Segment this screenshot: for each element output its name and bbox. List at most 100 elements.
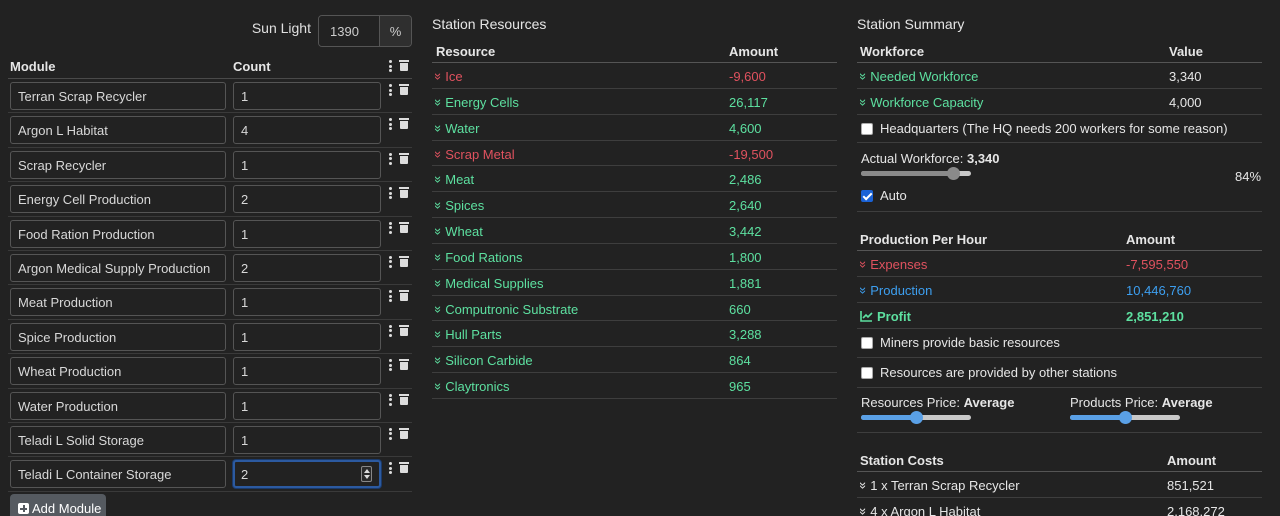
module-name-field[interactable]: Terran Scrap Recycler (10, 82, 226, 110)
module-row: Argon L Habitat 4 (8, 113, 412, 148)
miners-option[interactable]: Miners provide basic resources (861, 335, 1060, 350)
resource-row[interactable]: »Spices 2,640 (431, 192, 837, 219)
needed-workforce-label: »Needed Workforce (856, 69, 979, 84)
kebab-menu-icon[interactable] (389, 290, 393, 303)
trash-icon[interactable] (399, 427, 409, 439)
number-spinner-icon[interactable] (361, 466, 372, 483)
module-count-field[interactable]: 1 (233, 219, 381, 248)
trash-icon[interactable] (399, 152, 409, 164)
costs-table-header: Station Costs Amount (857, 447, 1262, 472)
cost-label: »4 x Argon L Habitat (856, 504, 981, 516)
profit-value: 2,851,210 (1126, 309, 1184, 324)
module-count-field[interactable]: 2 (233, 185, 381, 214)
products-price-slider-thumb[interactable] (1119, 411, 1132, 424)
auto-option[interactable]: Auto (861, 188, 907, 203)
resources-price-slider-thumb[interactable] (910, 411, 923, 424)
workforce-slider[interactable] (861, 167, 971, 180)
cost-value: 2,168,272 (1167, 504, 1225, 516)
module-name-field[interactable]: Teladi L Container Storage (10, 460, 226, 489)
trash-icon[interactable] (399, 393, 409, 405)
trash-icon[interactable] (399, 324, 409, 336)
provided-checkbox[interactable] (861, 367, 873, 379)
module-count-field[interactable]: 1 (233, 425, 381, 454)
needed-workforce-row[interactable]: »Needed Workforce 3,340 (856, 63, 1262, 89)
resource-amount: -19,500 (729, 146, 774, 162)
module-name-field[interactable]: Energy Cell Production (10, 185, 226, 214)
trash-icon[interactable] (399, 60, 409, 71)
kebab-menu-icon[interactable] (389, 427, 393, 440)
trash-icon[interactable] (399, 462, 409, 474)
module-count-field[interactable]: 1 (233, 357, 381, 386)
kebab-menu-icon[interactable] (389, 393, 393, 406)
kebab-menu-icon[interactable] (389, 255, 393, 268)
resource-row[interactable]: »Medical Supplies 1,881 (431, 270, 837, 296)
resource-row[interactable]: »Scrap Metal -19,500 (431, 141, 837, 167)
kebab-menu-icon[interactable] (389, 462, 393, 475)
headquarters-option[interactable]: Headquarters (The HQ needs 200 workers f… (861, 121, 1228, 136)
module-count-field[interactable]: 1 (233, 288, 381, 317)
module-count-field[interactable]: 2 (233, 253, 381, 282)
resource-row[interactable]: »Computronic Substrate 660 (431, 296, 837, 322)
module-count-field[interactable]: 1 (233, 82, 381, 110)
module-name-field[interactable]: Food Ration Production (10, 219, 226, 248)
module-count-field[interactable]: 1 (233, 150, 381, 179)
cost-row[interactable]: »4 x Argon L Habitat 2,168,272 (856, 498, 1262, 516)
chevron-double-down-icon: » (431, 305, 447, 313)
chevron-double-down-icon: » (431, 176, 447, 184)
resource-amount: 4,600 (729, 120, 762, 136)
resource-row[interactable]: »Energy Cells 26,117 (431, 89, 837, 115)
trash-icon[interactable] (399, 255, 409, 267)
resource-row[interactable]: »Ice -9,600 (431, 63, 837, 89)
expenses-row[interactable]: »Expenses -7,595,550 (856, 251, 1262, 277)
module-name-field[interactable]: Argon L Habitat (10, 116, 226, 145)
add-module-button[interactable]: Add Module (10, 494, 106, 516)
kebab-menu-icon[interactable] (389, 221, 393, 234)
cost-row[interactable]: »1 x Terran Scrap Recycler 851,521 (856, 472, 1262, 498)
trash-icon[interactable] (399, 118, 409, 130)
resource-row[interactable]: »Hull Parts 3,288 (431, 321, 837, 348)
resource-row[interactable]: »Claytronics 965 (431, 373, 837, 399)
resource-row[interactable]: »Wheat 3,442 (431, 218, 837, 244)
auto-checkbox[interactable] (861, 190, 873, 202)
trash-icon[interactable] (399, 187, 409, 199)
kebab-menu-icon[interactable] (389, 324, 393, 337)
chevron-double-down-icon: » (431, 383, 447, 391)
module-count-field[interactable]: 1 (233, 322, 381, 351)
chevron-double-down-icon: » (431, 150, 447, 158)
trash-icon[interactable] (399, 84, 409, 95)
sunlight-input[interactable]: 1390 (319, 16, 379, 46)
kebab-menu-icon[interactable] (389, 118, 393, 131)
kebab-menu-icon[interactable] (389, 84, 393, 96)
module-count-field[interactable]: 2 (233, 460, 381, 489)
workforce-capacity-row[interactable]: »Workforce Capacity 4,000 (856, 89, 1262, 115)
chevron-double-down-icon: » (431, 202, 447, 210)
workforce-slider-thumb[interactable] (947, 167, 961, 180)
resource-row[interactable]: »Silicon Carbide 864 (431, 347, 837, 374)
trash-icon[interactable] (399, 359, 409, 371)
trash-icon[interactable] (399, 290, 409, 302)
module-name-field[interactable]: Wheat Production (10, 357, 226, 386)
module-name-field[interactable]: Spice Production (10, 322, 226, 351)
kebab-menu-icon[interactable] (389, 60, 393, 72)
module-name-field[interactable]: Water Production (10, 391, 226, 420)
resources-price-text: Resources Price: Average (861, 395, 1015, 410)
products-price-slider[interactable] (1070, 411, 1180, 424)
resource-row[interactable]: »Food Rations 1,800 (431, 244, 837, 270)
module-name-field[interactable]: Scrap Recycler (10, 150, 226, 179)
module-count-field[interactable]: 4 (233, 116, 381, 145)
production-row[interactable]: »Production 10,446,760 (856, 277, 1262, 303)
module-name-field[interactable]: Teladi L Solid Storage (10, 425, 226, 454)
resource-row[interactable]: »Meat 2,486 (431, 166, 837, 193)
kebab-menu-icon[interactable] (389, 152, 393, 165)
headquarters-checkbox[interactable] (861, 123, 873, 135)
miners-checkbox[interactable] (861, 337, 873, 349)
module-name-field[interactable]: Meat Production (10, 288, 226, 317)
resource-row[interactable]: »Water 4,600 (431, 115, 837, 141)
provided-option[interactable]: Resources are provided by other stations (861, 365, 1117, 380)
kebab-menu-icon[interactable] (389, 359, 393, 372)
module-name-field[interactable]: Argon Medical Supply Production (10, 253, 226, 282)
trash-icon[interactable] (399, 221, 409, 233)
module-count-field[interactable]: 1 (233, 391, 381, 420)
kebab-menu-icon[interactable] (389, 187, 393, 200)
resources-price-slider[interactable] (861, 411, 971, 424)
